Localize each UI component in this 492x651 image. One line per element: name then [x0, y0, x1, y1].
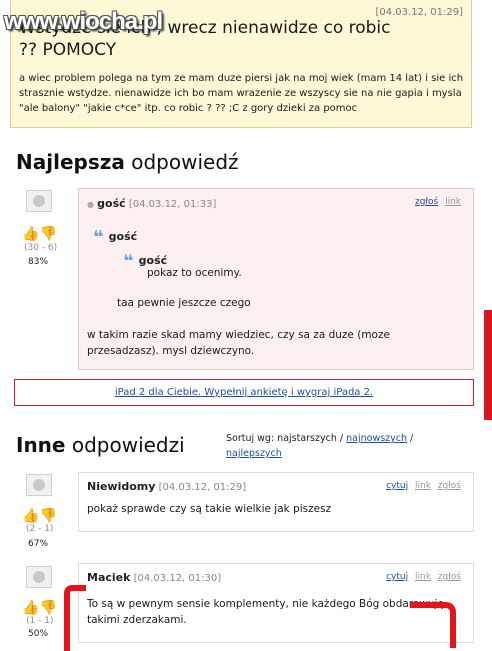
answer-box: Niewidomy [04.03.12, 01:29] cytuj link z… — [78, 472, 474, 532]
red-highlight-mark — [64, 585, 86, 651]
thumb-down-icon[interactable]: 👎 — [39, 226, 56, 242]
avatar — [26, 190, 52, 212]
best-answer-heading: Najlepsza odpowiedź — [16, 150, 239, 174]
quote-text: taa pewnie jeszcze czego — [117, 297, 251, 309]
author-name[interactable]: Niewidomy — [87, 480, 155, 493]
ad-banner: iPad 2 dla Ciebie. Wypełnij ankietę i wy… — [14, 379, 474, 406]
ad-link[interactable]: iPad 2 dla Ciebie. Wypełnij ankietę i wy… — [115, 387, 373, 398]
author-name[interactable]: gość — [97, 197, 126, 210]
permalink-link[interactable]: link — [415, 572, 431, 582]
thumb-down-icon[interactable]: 👎 — [39, 508, 56, 524]
cite-link[interactable]: cytuj — [386, 572, 408, 582]
cite-link[interactable]: cytuj — [386, 481, 408, 491]
author-name[interactable]: Maciek — [87, 571, 130, 584]
answer-links: cytuj link zgłoś — [382, 572, 461, 582]
vote-counts: (1 - 1) — [26, 616, 54, 626]
report-link[interactable]: zgłoś — [438, 572, 461, 582]
vote-buttons: 👍👎 — [22, 505, 57, 524]
quote-author: gość — [108, 230, 138, 243]
sort-best-link[interactable]: najlepszych — [226, 448, 282, 459]
answer-date: [04.03.12, 01:30] — [133, 573, 222, 584]
answer-header: Maciek [04.03.12, 01:30] — [87, 571, 221, 584]
quote-block-1: ❝ gość — [93, 227, 137, 248]
avatar — [26, 474, 52, 496]
sort-newest-link[interactable]: najnowszych — [346, 433, 407, 444]
thumb-up-icon[interactable]: 👍 — [22, 508, 39, 524]
quote-icon: ❝ — [123, 251, 134, 272]
answer-text: To są w pewnym sensie komplementy, nie k… — [87, 598, 444, 626]
other-answers-heading: Inne odpowiedzi — [16, 433, 185, 457]
vote-buttons: 👍👎 — [22, 597, 57, 616]
report-link[interactable]: zgłoś — [438, 481, 461, 491]
vote-counts: (2 - 1) — [26, 524, 54, 534]
answer-header: ● gość [04.03.12, 01:33] — [87, 197, 217, 210]
answer-header: Niewidomy [04.03.12, 01:29] — [87, 480, 246, 493]
question-body: a wiec problem polega na tym ze mam duze… — [19, 73, 464, 114]
vote-percent: 50% — [28, 629, 49, 639]
answer-date: [04.03.12, 01:33] — [128, 199, 217, 210]
thumb-up-icon[interactable]: 👍 — [22, 226, 39, 242]
best-answer-box: ● gość [04.03.12, 01:33] zgłoś link ❝ go… — [78, 188, 474, 370]
thumb-down-icon[interactable]: 👎 — [39, 600, 56, 616]
report-link[interactable]: zgłoś — [415, 197, 438, 207]
sort-label: Sortuj wg: najstarszych / — [226, 433, 344, 444]
scrollbar-strip[interactable] — [484, 310, 492, 420]
answer-links: cytuj link zgłoś — [382, 481, 461, 491]
avatar — [26, 566, 52, 588]
vote-counts: (30 - 6) — [24, 243, 58, 253]
vote-percent: 83% — [28, 257, 49, 267]
answer-text: pokaż sprawde czy są takie wielkie jak p… — [87, 503, 332, 515]
vote-buttons: 👍👎 — [22, 223, 57, 242]
others-heading-bold: Inne — [16, 433, 66, 457]
thumb-up-icon[interactable]: 👍 — [22, 600, 39, 616]
answer-date: [04.03.12, 01:29] — [158, 482, 247, 493]
best-heading-light: odpowiedź — [131, 150, 239, 174]
vote-percent: 67% — [28, 539, 49, 549]
watermark-logo: www.wiocha.pl — [4, 8, 163, 35]
answer-text: w takim razie skad mamy wiedziec, czy sa… — [87, 329, 390, 357]
quote-icon: ❝ — [93, 227, 104, 248]
others-heading-light: odpowiedzi — [71, 433, 185, 457]
permalink-link[interactable]: link — [445, 197, 461, 207]
answer-links: zgłoś link — [411, 197, 461, 207]
best-heading-bold: Najlepsza — [16, 150, 125, 174]
permalink-link[interactable]: link — [415, 481, 431, 491]
sort-separator: / — [410, 433, 414, 444]
red-highlight-mark — [410, 602, 456, 648]
quote-text: pokaz to ocenimy. — [147, 267, 242, 279]
sort-bar: Sortuj wg: najstarszych / najnowszych / … — [226, 431, 446, 461]
